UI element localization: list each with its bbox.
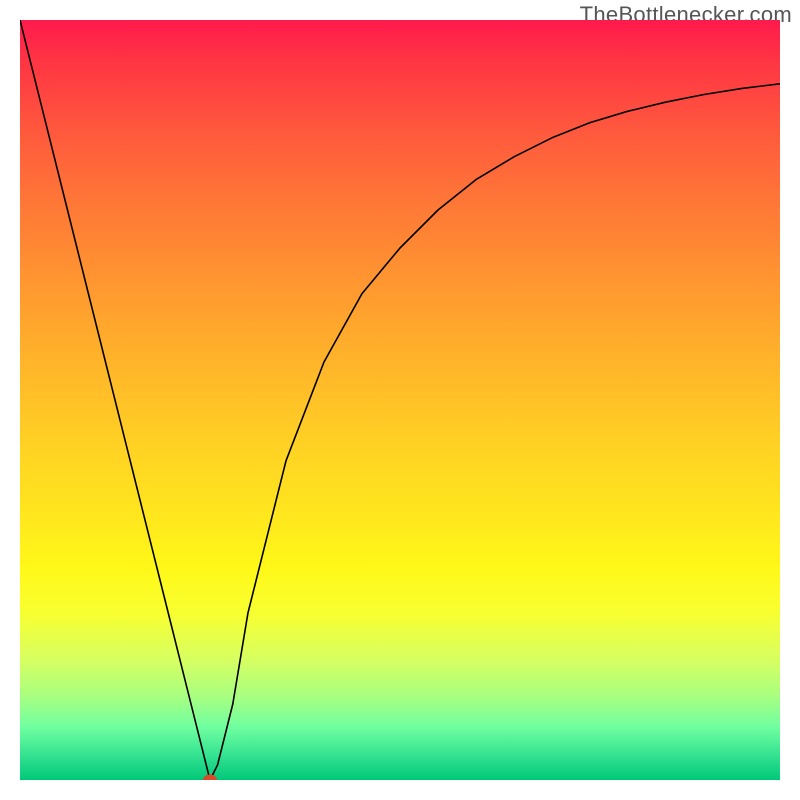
plot-svg bbox=[20, 20, 780, 780]
bottleneck-curve bbox=[20, 20, 780, 780]
optimum-marker bbox=[203, 775, 217, 781]
chart-area bbox=[20, 20, 780, 780]
